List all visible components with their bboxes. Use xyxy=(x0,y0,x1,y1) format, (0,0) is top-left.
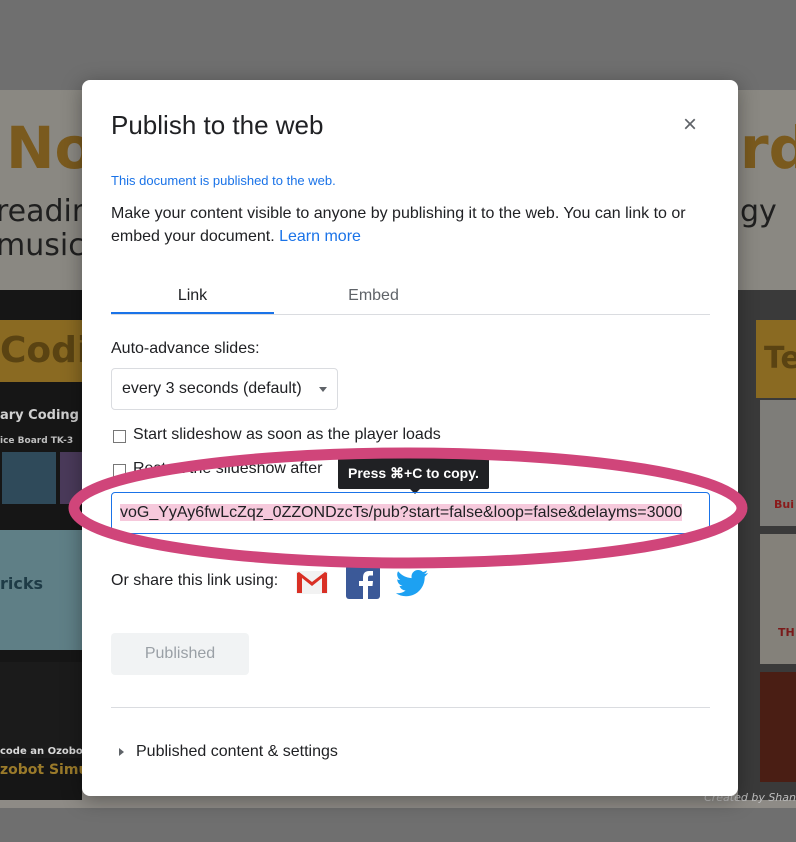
background-tile2-text: ricks xyxy=(0,574,44,593)
share-label: Or share this link using: xyxy=(111,572,279,589)
dialog-title: Publish to the web xyxy=(111,110,324,140)
background-tile1-image xyxy=(2,452,56,504)
background-right-text1: Bui xyxy=(774,498,794,511)
tab-embed[interactable]: Embed xyxy=(292,280,455,314)
auto-advance-label: Auto-advance slides: xyxy=(111,340,260,357)
published-button[interactable]: Published xyxy=(111,633,249,675)
start-on-load-checkbox[interactable] xyxy=(113,430,126,443)
restart-checkbox[interactable] xyxy=(113,464,126,477)
background-line1-left: readin xyxy=(0,194,91,229)
auto-advance-value: every 3 seconds (default) xyxy=(122,380,302,397)
facebook-icon[interactable] xyxy=(344,565,380,599)
expand-triangle-icon xyxy=(119,748,124,756)
background-tile3-title: zobot Simu xyxy=(0,762,89,778)
tab-bar: Link Embed xyxy=(111,280,710,315)
dialog-description: Make your content visible to anyone by p… xyxy=(111,202,711,248)
published-link-text: voG_YyAy6fwLcZqz_0ZZONDzcTs/pub?start=fa… xyxy=(120,504,683,521)
background-tile1-image2 xyxy=(60,452,82,504)
published-status-note: This document is published to the web. xyxy=(111,173,336,188)
published-settings-label: Published content & settings xyxy=(136,743,338,760)
published-link-input[interactable]: voG_YyAy6fwLcZqz_0ZZONDzcTs/pub?start=fa… xyxy=(111,492,710,534)
learn-more-link[interactable]: Learn more xyxy=(279,228,361,245)
restart-label: Restart the slideshow after xyxy=(133,460,323,477)
background-line2-left: music xyxy=(0,228,85,263)
background-section-right: Te xyxy=(756,320,796,398)
auto-advance-select[interactable]: every 3 seconds (default) xyxy=(111,368,338,410)
divider xyxy=(111,707,710,708)
tab-link[interactable]: Link xyxy=(111,280,274,314)
background-tile3 xyxy=(0,662,82,758)
description-text: Make your content visible to anyone by p… xyxy=(111,205,686,245)
background-section-left: Codi xyxy=(0,320,89,382)
background-right-tile3 xyxy=(760,672,796,782)
background-tile1-sub: ice Board TK-3 xyxy=(0,436,74,446)
background-right-text2: TH xyxy=(778,626,795,639)
twitter-icon[interactable] xyxy=(394,565,430,599)
gmail-icon[interactable] xyxy=(294,565,330,599)
background-tile1-title: ary Coding C xyxy=(0,408,94,423)
background-tile3-text: code an Ozobot xyxy=(0,746,88,757)
dropdown-caret-icon xyxy=(319,387,327,392)
background-line1-right: gy xyxy=(740,194,777,229)
close-icon[interactable]: × xyxy=(678,113,702,137)
start-on-load-label: Start slideshow as soon as the player lo… xyxy=(133,426,441,443)
background-heading-right: rd xyxy=(740,114,796,182)
publish-dialog: Publish to the web × This document is pu… xyxy=(82,80,738,796)
background-right-tile2 xyxy=(760,534,796,664)
copy-tooltip: Press ⌘+C to copy. xyxy=(338,458,489,494)
